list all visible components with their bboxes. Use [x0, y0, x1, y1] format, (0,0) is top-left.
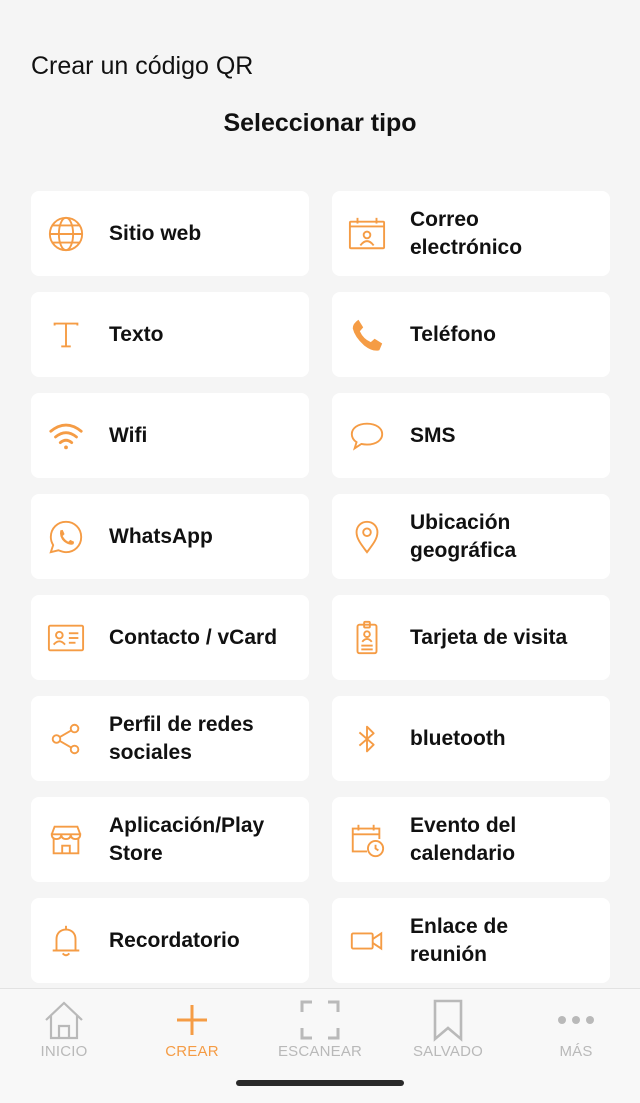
nav-scan-label: ESCANEAR	[277, 1043, 363, 1060]
type-tile-meeting-link[interactable]: Enlace de reunión	[332, 898, 610, 983]
nav-saved-label: SALVADO	[412, 1043, 484, 1060]
wifi-icon	[45, 415, 87, 457]
home-icon	[0, 997, 128, 1043]
type-tile-calendar-event[interactable]: Evento del calendario	[332, 797, 610, 882]
globe-icon	[45, 213, 87, 255]
store-icon	[45, 819, 87, 861]
type-label: Tarjeta de visita	[410, 625, 568, 649]
chat-bubble-icon	[346, 415, 388, 457]
text-icon	[45, 314, 87, 356]
type-label: Recordatorio	[109, 928, 240, 952]
type-tile-reminder[interactable]: Recordatorio	[31, 898, 309, 983]
nav-more[interactable]: MÁS	[512, 997, 640, 1060]
type-label: bluetooth	[410, 726, 506, 750]
whatsapp-icon	[45, 516, 87, 558]
nav-scan[interactable]: ESCANEAR	[256, 997, 384, 1060]
app-title: Crear un código QR	[31, 52, 254, 80]
type-tile-location[interactable]: Ubicación geográfica	[332, 494, 610, 579]
qr-type-grid: Sitio web Correo electrónico Texto Teléf…	[31, 191, 610, 983]
type-tile-bluetooth[interactable]: bluetooth	[332, 696, 610, 781]
home-indicator[interactable]	[236, 1080, 404, 1086]
type-label: Aplicación/Play Store	[109, 813, 265, 865]
type-label: Sitio web	[109, 221, 202, 245]
type-label: Enlace de reunión	[410, 914, 509, 966]
nav-home[interactable]: INICIO	[0, 997, 128, 1060]
more-dots-icon	[512, 997, 640, 1043]
scan-frame-icon	[256, 997, 384, 1043]
type-tile-whatsapp[interactable]: WhatsApp	[31, 494, 309, 579]
type-label: Contacto / vCard	[109, 625, 278, 649]
calendar-clock-icon	[346, 819, 388, 861]
phone-icon	[346, 314, 388, 356]
type-tile-contact[interactable]: Contacto / vCard	[31, 595, 309, 680]
bluetooth-icon	[346, 718, 388, 760]
contact-card-icon	[45, 617, 87, 659]
bell-icon	[45, 920, 87, 962]
plus-icon	[128, 997, 256, 1043]
type-tile-social[interactable]: Perfil de redes sociales	[31, 696, 309, 781]
type-label: Perfil de redes sociales	[109, 712, 254, 764]
type-tile-text[interactable]: Texto	[31, 292, 309, 377]
type-label: Evento del calendario	[410, 813, 517, 865]
bookmark-icon	[384, 997, 512, 1043]
type-label: Texto	[109, 322, 164, 346]
type-tile-business-card[interactable]: Tarjeta de visita	[332, 595, 610, 680]
type-tile-app-store[interactable]: Aplicación/Play Store	[31, 797, 309, 882]
type-label: Teléfono	[410, 322, 496, 346]
location-pin-icon	[346, 516, 388, 558]
type-tile-website[interactable]: Sitio web	[31, 191, 309, 276]
nav-create-label: CREAR	[165, 1043, 219, 1060]
email-card-icon	[346, 213, 388, 255]
type-tile-sms[interactable]: SMS	[332, 393, 610, 478]
type-label: Ubicación geográfica	[410, 510, 517, 562]
type-tile-phone[interactable]: Teléfono	[332, 292, 610, 377]
type-label: SMS	[410, 423, 456, 447]
type-tile-email[interactable]: Correo electrónico	[332, 191, 610, 276]
type-tile-wifi[interactable]: Wifi	[31, 393, 309, 478]
nav-create[interactable]: CREAR	[128, 997, 256, 1060]
nav-more-label: MÁS	[559, 1043, 593, 1060]
nav-home-label: INICIO	[40, 1043, 88, 1060]
type-label: Wifi	[109, 423, 148, 447]
type-label: Correo electrónico	[410, 207, 523, 259]
share-icon	[45, 718, 87, 760]
section-title: Seleccionar tipo	[223, 109, 417, 137]
type-label: WhatsApp	[109, 524, 213, 548]
badge-icon	[346, 617, 388, 659]
video-camera-icon	[346, 920, 388, 962]
nav-saved[interactable]: SALVADO	[384, 997, 512, 1060]
